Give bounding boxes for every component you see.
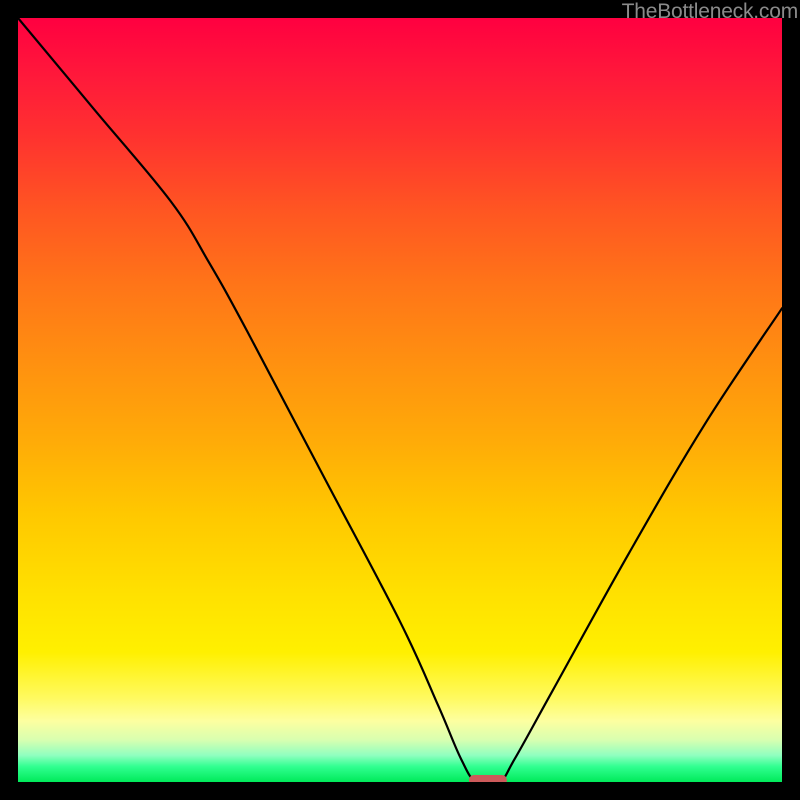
- bottleneck-curve: [18, 18, 782, 782]
- watermark-text: TheBottleneck.com: [622, 0, 798, 24]
- plot-area: [18, 18, 782, 782]
- chart-container: TheBottleneck.com: [0, 0, 800, 800]
- optimal-marker: [469, 775, 507, 782]
